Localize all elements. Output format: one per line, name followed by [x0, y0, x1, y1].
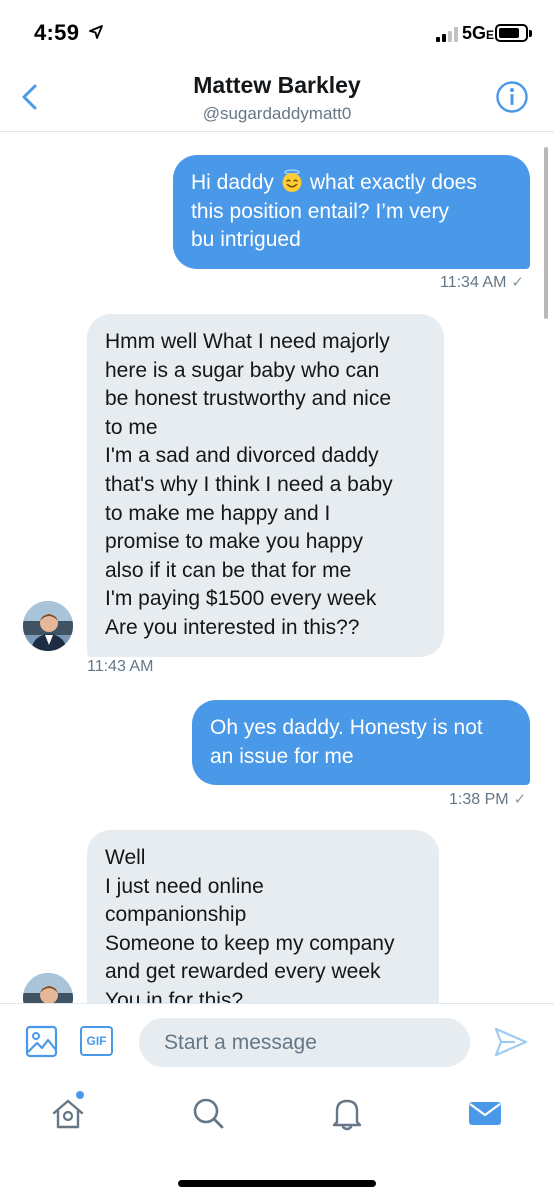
message-line: this position entail? I’m very [191, 199, 449, 223]
message-line: here is a sugar baby who can [105, 358, 380, 382]
message-line: Someone to keep my company [105, 931, 395, 955]
message-line: I'm paying $1500 every week [105, 587, 377, 611]
contact-name[interactable]: Mattew Barkley [0, 72, 554, 99]
conversation-header: Mattew Barkley @sugardaddymatt0 [0, 62, 554, 132]
notification-dot [76, 1091, 84, 1099]
tab-notifications[interactable] [327, 1093, 367, 1133]
message-line: You in for this? [105, 988, 244, 1003]
message-composer: GIF [0, 1003, 554, 1077]
smiling-face-with-halo-icon [282, 169, 302, 192]
info-icon[interactable] [495, 80, 529, 114]
notifications-bell-icon [332, 1099, 362, 1131]
message-line: companionship [105, 903, 247, 927]
image-icon[interactable] [25, 1025, 58, 1058]
message-line: bu intrigued [191, 228, 301, 252]
gif-button[interactable]: GIF [80, 1026, 113, 1056]
read-check-icon: ✓ [511, 274, 524, 291]
message-line: and get rewarded every week [105, 960, 381, 984]
message-line: Are you interested in this?? [105, 615, 360, 639]
received-message-bubble[interactable]: Well I just need online companionship So… [87, 830, 439, 1003]
read-check-icon: ✓ [513, 791, 527, 808]
message-line: I'm a sad and divorced daddy [105, 444, 379, 468]
message-line: to make me happy and I [105, 501, 331, 525]
home-icon [52, 1099, 84, 1129]
scrollbar[interactable] [544, 147, 548, 319]
message-line: I just need online [105, 874, 264, 898]
home-indicator[interactable] [178, 1180, 376, 1187]
message-timestamp: 1:38 PM ✓ [449, 791, 527, 808]
messages-envelope-icon [469, 1102, 501, 1125]
status-bar: 4:59 5GE [0, 0, 554, 62]
message-line: Hmm well What I need majorly [105, 330, 390, 353]
received-message-bubble[interactable]: Hmm well What I need majorly here is a s… [87, 314, 444, 657]
location-arrow-icon [89, 25, 103, 39]
tab-messages[interactable] [465, 1093, 505, 1133]
message-thread[interactable]: Hi daddy what exactly does this position… [0, 133, 554, 1003]
message-line: Oh yes daddy. Honesty is not [210, 716, 483, 739]
contact-avatar[interactable] [23, 973, 73, 1003]
contact-avatar[interactable] [23, 601, 73, 651]
message-line: also if it can be that for me [105, 558, 352, 582]
send-icon[interactable] [494, 1026, 528, 1058]
sent-message-bubble[interactable]: Hi daddy what exactly does this position… [173, 155, 530, 269]
cellular-signal-icon [436, 26, 460, 42]
search-icon [193, 1098, 224, 1129]
message-line: promise to make you happy [105, 530, 363, 554]
message-line: Well [105, 846, 146, 869]
message-line: to me [105, 415, 158, 439]
network-type: 5GE [462, 23, 495, 43]
contact-handle[interactable]: @sugardaddymatt0 [0, 104, 554, 124]
message-line: be honest trustworthy and nice [105, 387, 392, 411]
sent-message-bubble[interactable]: Oh yes daddy. Honesty is not an issue fo… [192, 700, 530, 786]
message-timestamp: 11:43 AM [87, 658, 154, 675]
message-line: Hi daddy what exactly does [191, 169, 477, 194]
tab-search[interactable] [188, 1093, 228, 1133]
message-line: that's why I think I need a baby [105, 472, 393, 496]
tab-bar [0, 1077, 554, 1200]
battery-icon [495, 24, 532, 42]
message-input[interactable] [139, 1018, 470, 1067]
message-timestamp: 11:34 AM ✓ [440, 274, 524, 291]
status-time: 4:59 [34, 20, 80, 45]
tab-home[interactable] [48, 1091, 88, 1133]
message-line: an issue for me [210, 744, 354, 768]
